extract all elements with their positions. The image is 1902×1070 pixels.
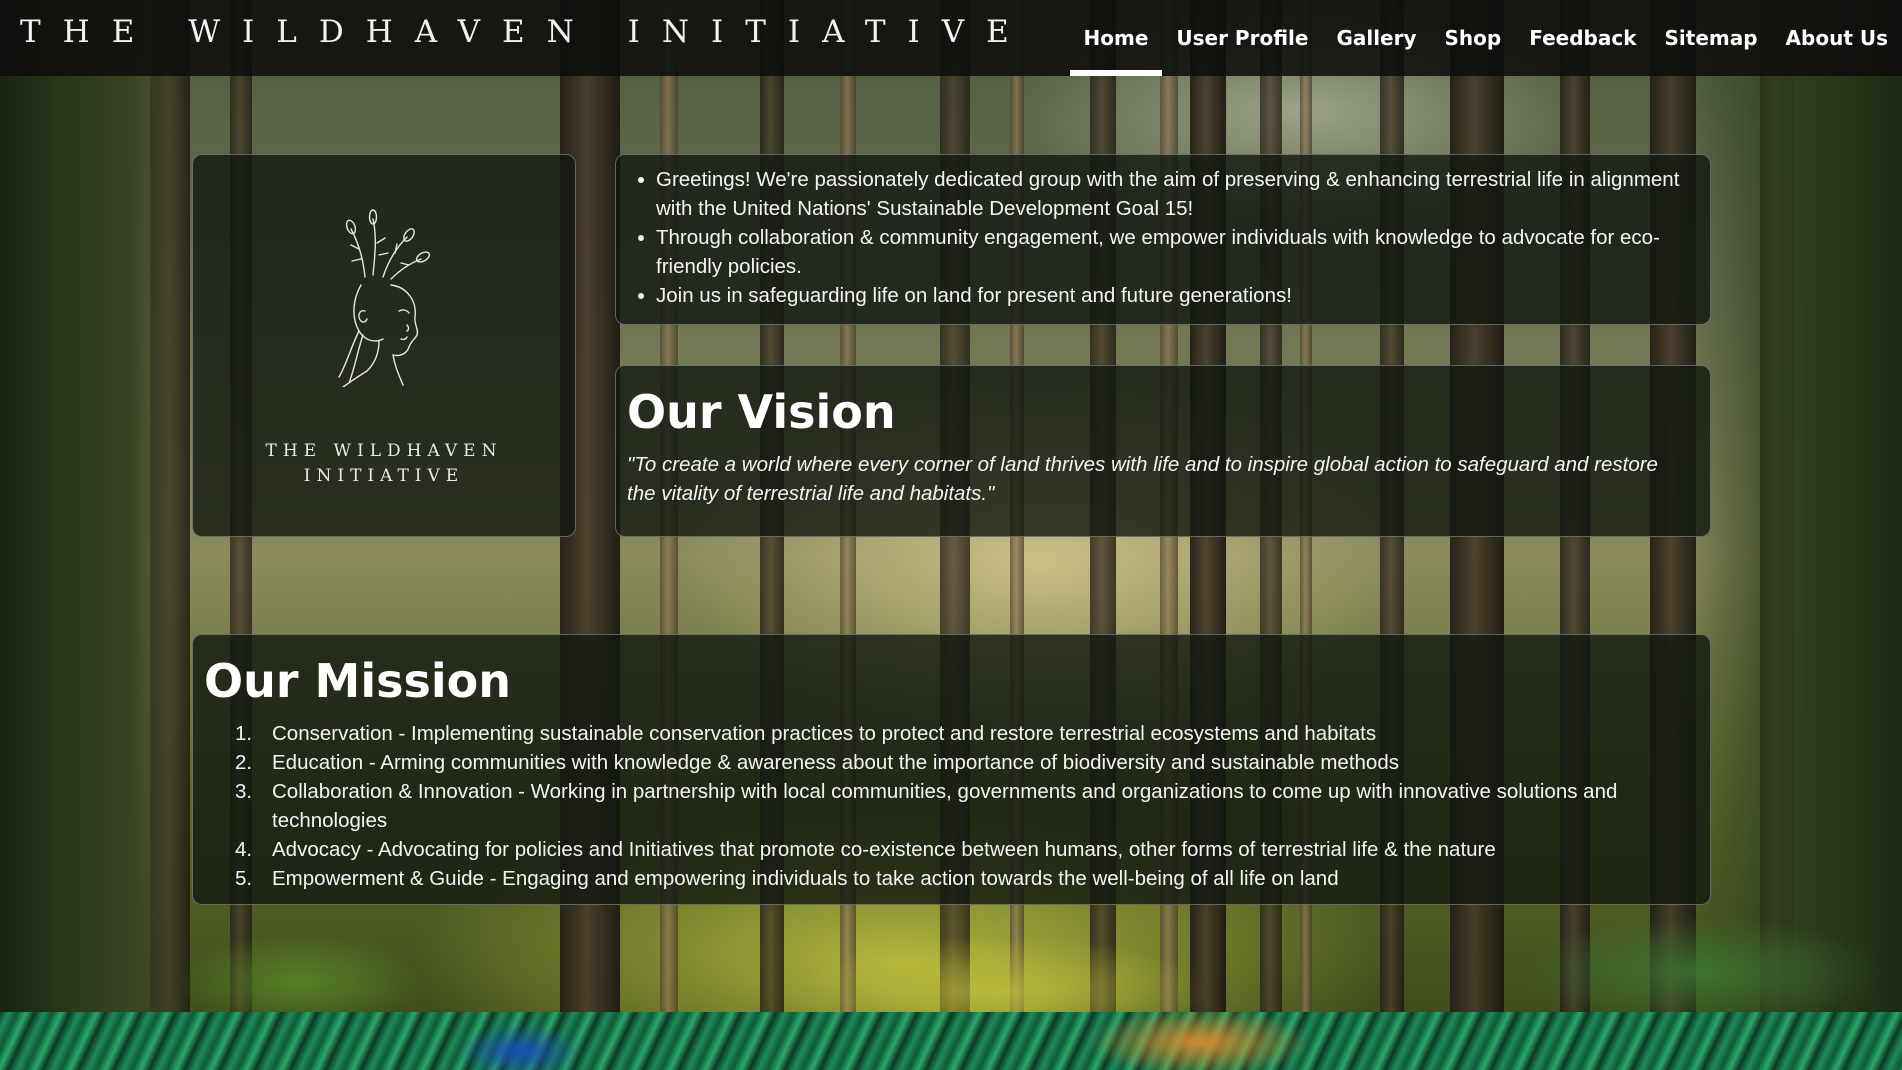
mission-item-text: Education - Arming communities with know…: [272, 751, 1399, 774]
mission-list: 1. Conservation - Implementing sustainab…: [193, 719, 1693, 893]
main-nav: Home User Profile Gallery Shop Feedback …: [1069, 0, 1902, 76]
nav-home[interactable]: Home: [1069, 0, 1163, 76]
logo-line-2: INITIATIVE: [303, 466, 465, 486]
nav-shop[interactable]: Shop: [1431, 0, 1516, 76]
nav-user-profile[interactable]: User Profile: [1162, 0, 1322, 76]
mission-item-text: Conservation - Implementing sustainable …: [272, 722, 1377, 745]
intro-bullet-list: Greetings! We're passionately dedicated …: [616, 155, 1710, 310]
mission-item-number: 5.: [235, 867, 253, 890]
intro-card: Greetings! We're passionately dedicated …: [615, 154, 1711, 325]
mission-item-text: Advocacy - Advocating for policies and I…: [272, 838, 1496, 861]
intro-bullet: Greetings! We're passionately dedicated …: [638, 165, 1690, 223]
vision-quote: "To create a world where every corner of…: [627, 453, 1658, 505]
nav-about-us[interactable]: About Us: [1772, 0, 1902, 76]
nav-sitemap[interactable]: Sitemap: [1651, 0, 1772, 76]
nav-gallery[interactable]: Gallery: [1322, 0, 1430, 76]
vision-heading: Our Vision: [627, 385, 896, 439]
mission-card: Our Mission 1. Conservation - Implementi…: [192, 634, 1711, 905]
logo-line-1: THE WILDHAVEN: [265, 441, 503, 461]
mission-item-text: Collaboration & Innovation - Working in …: [272, 780, 1618, 832]
nav-feedback[interactable]: Feedback: [1515, 0, 1650, 76]
logo-wordmark: THE WILDHAVEN INITIATIVE: [193, 439, 575, 489]
mission-item-number: 3.: [235, 780, 253, 803]
mission-item: 3. Collaboration & Innovation - Working …: [193, 777, 1693, 835]
site-brand-title[interactable]: THE WILDHAVEN INITIATIVE: [20, 14, 1031, 50]
intro-bullet: Through collaboration & community engage…: [638, 223, 1690, 281]
footer-peacock-image: [0, 1012, 1902, 1070]
vision-card: Our Vision "To create a world where ever…: [615, 365, 1711, 537]
top-navbar: THE WILDHAVEN INITIATIVE Home User Profi…: [0, 0, 1902, 76]
logo-card: THE WILDHAVEN INITIATIVE: [192, 154, 576, 537]
intro-bullet: Join us in safeguarding life on land for…: [638, 281, 1690, 310]
mission-item-text: Empowerment & Guide - Engaging and empow…: [272, 867, 1339, 890]
mission-item: 1. Conservation - Implementing sustainab…: [193, 719, 1693, 748]
woman-with-flowers-logo-icon: [338, 209, 431, 387]
mission-item-number: 2.: [235, 751, 253, 774]
mission-item: 2. Education - Arming communities with k…: [193, 748, 1693, 777]
mission-item-number: 4.: [235, 838, 253, 861]
mission-item: 5. Empowerment & Guide - Engaging and em…: [193, 864, 1693, 893]
mission-heading: Our Mission: [204, 654, 511, 708]
mission-item: 4. Advocacy - Advocating for policies an…: [193, 835, 1693, 864]
mission-item-number: 1.: [235, 722, 253, 745]
